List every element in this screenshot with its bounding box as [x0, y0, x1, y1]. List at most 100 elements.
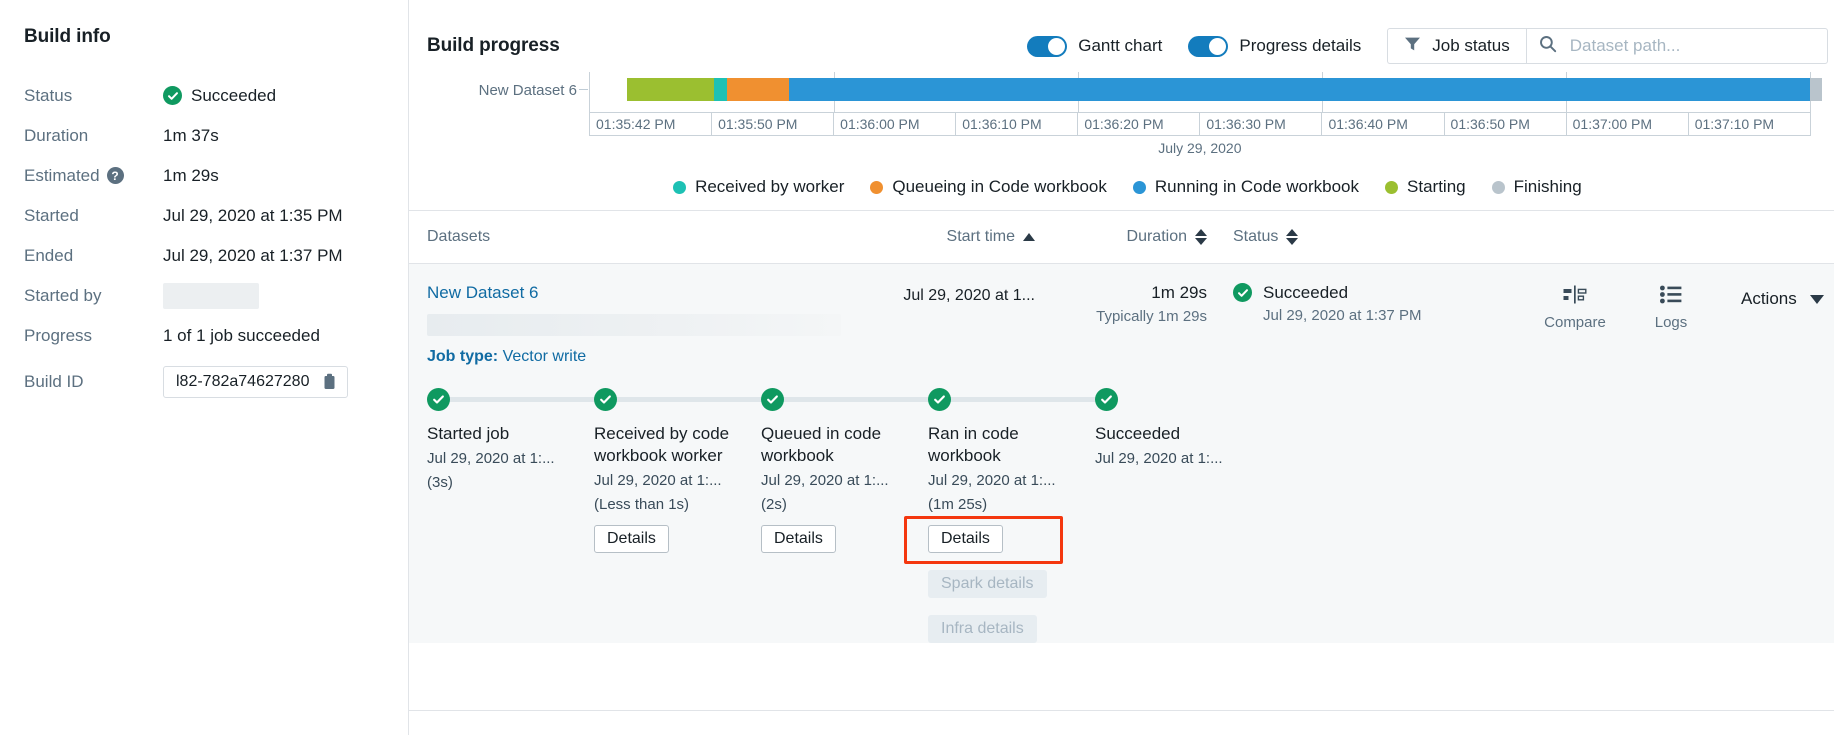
- column-header-status-label: Status: [1233, 228, 1279, 245]
- gantt-tick-label: 01:35:42 PM: [590, 113, 713, 135]
- stage-duration: (Less than 1s): [594, 495, 690, 513]
- stage-duration: (3s): [427, 474, 453, 492]
- dataset-link[interactable]: New Dataset 6: [427, 283, 847, 303]
- logs-label: Logs: [1654, 314, 1688, 331]
- cell-duration: 1m 29s Typically 1m 29s: [1035, 283, 1207, 325]
- stage-buttons: Details: [594, 515, 761, 554]
- info-label-status: Status: [24, 85, 73, 105]
- info-row-progress: Progress 1 of 1 job succeeded: [24, 316, 408, 355]
- build-progress-panel: Build progress Gantt chart Progress deta…: [409, 0, 1834, 735]
- stage-title: Received by code workbook worker: [594, 424, 730, 465]
- infra-details-button: Infra details: [928, 615, 1037, 644]
- sort-ascending-icon: [1023, 233, 1035, 241]
- duration-typical: Typically 1m 29s: [1096, 308, 1207, 325]
- legend-item[interactable]: Starting: [1385, 177, 1466, 197]
- gantt-bar-segment[interactable]: [627, 78, 715, 101]
- gantt-tick-label: 01:36:00 PM: [834, 113, 957, 135]
- column-header-status[interactable]: Status: [1207, 228, 1327, 246]
- job-stage: Queued in code workbook Jul 29, 2020 at 1…: [761, 388, 928, 643]
- gantt-bars-area: [589, 72, 1823, 112]
- info-row-started: Started Jul 29, 2020 at 1:35 PM: [24, 196, 408, 235]
- legend-item[interactable]: Received by worker: [673, 177, 844, 197]
- clipboard-copy-icon[interactable]: [322, 373, 337, 390]
- stage-duration: (2s): [761, 495, 787, 513]
- gantt-plot-area: 01:35:42 PM 01:35:50 PM 01:36:00 PM 01:36:1…: [589, 72, 1823, 164]
- details-button[interactable]: Details: [594, 525, 669, 554]
- info-row-ended: Ended Jul 29, 2020 at 1:37 PM: [24, 236, 408, 275]
- header-controls: Gantt chart Progress details Job status: [1027, 28, 1828, 64]
- stage-title: Succeeded: [1095, 424, 1181, 443]
- job-type-line: Job type: Vector write: [409, 336, 1834, 366]
- datasets-table: Datasets Start time Duration Status New …: [409, 210, 1834, 711]
- legend-item[interactable]: Queueing in Code workbook: [870, 177, 1107, 197]
- build-info-list: Status Succeeded Duration 1m 37s Estimat…: [24, 76, 408, 401]
- stage-duration: (1m 25s): [928, 495, 988, 513]
- gantt-time-axis: 01:35:42 PM 01:35:50 PM 01:36:00 PM 01:36:1…: [589, 112, 1811, 136]
- help-icon[interactable]: ?: [106, 167, 124, 184]
- row-success-check-icon: [1233, 283, 1252, 302]
- job-status-filter-label: Job status: [1432, 36, 1510, 55]
- info-value-started-by: [163, 282, 259, 309]
- cell-start-time: Jul 29, 2020 at 1...: [903, 287, 1035, 304]
- cell-dataset: New Dataset 6: [427, 283, 847, 336]
- stage-connector-line: [449, 397, 594, 402]
- gantt-bar-segment[interactable]: [789, 78, 1810, 101]
- stage-title: Queued in code workbook: [761, 424, 882, 465]
- legend-label: Finishing: [1513, 177, 1582, 196]
- dataset-path-search[interactable]: [1525, 28, 1828, 64]
- gantt-chart-toggle-label: Gantt chart: [1078, 36, 1163, 55]
- info-label-started-by: Started by: [24, 285, 102, 305]
- job-type-value[interactable]: Vector write: [503, 348, 587, 365]
- legend-item[interactable]: Running in Code workbook: [1132, 177, 1360, 197]
- legend-label: Running in Code workbook: [1154, 177, 1360, 196]
- filter-search-group: Job status: [1387, 28, 1828, 64]
- stage-success-check-icon: [928, 388, 951, 411]
- job-status-filter-button[interactable]: Job status: [1387, 28, 1526, 64]
- column-header-duration[interactable]: Duration: [1035, 228, 1207, 246]
- info-label-started: Started: [24, 205, 79, 225]
- details-button[interactable]: Details: [761, 525, 836, 554]
- details-button[interactable]: Details: [928, 525, 1003, 554]
- gantt-tick-label: 01:36:50 PM: [1445, 113, 1567, 135]
- gantt-tick-label: 01:35:50 PM: [712, 113, 835, 135]
- spark-details-button: Spark details: [928, 570, 1047, 599]
- gantt-bar-segment[interactable]: [714, 78, 727, 101]
- filter-icon: [1404, 36, 1421, 57]
- progress-details-toggle[interactable]: [1188, 35, 1229, 57]
- column-header-start-time[interactable]: Start time: [847, 228, 1035, 246]
- legend-item[interactable]: Finishing: [1491, 177, 1582, 197]
- build-progress-title: Build progress: [427, 35, 560, 56]
- stage-timestamp: Jul 29, 2020 at 1:...: [594, 471, 722, 489]
- info-value-build-id: l82-782a74627280: [163, 365, 348, 398]
- stage-connector-line: [616, 397, 761, 402]
- stage-timestamp: Jul 29, 2020 at 1:...: [761, 471, 889, 489]
- gantt-bar-new-dataset-6[interactable]: [627, 78, 1823, 101]
- info-row-started-by: Started by: [24, 276, 408, 315]
- actions-dropdown[interactable]: Actions: [1719, 283, 1828, 309]
- gantt-row-label: New Dataset 6: [478, 82, 577, 99]
- legend-label: Received by worker: [695, 177, 845, 196]
- table-row: New Dataset 6 Jul 29, 2020 at 1... 1m 29…: [409, 264, 1834, 336]
- stage-timestamp: Jul 29, 2020 at 1:...: [1095, 449, 1223, 467]
- info-value-estimated: 1m 29s: [163, 165, 219, 185]
- info-value-progress: 1 of 1 job succeeded: [163, 325, 320, 345]
- gantt-chart-toggle[interactable]: [1027, 35, 1068, 57]
- compare-button[interactable]: Compare: [1527, 283, 1623, 331]
- stage-title: Ran in code workbook: [928, 424, 1019, 465]
- stage-title: Started job: [427, 424, 510, 443]
- logs-button[interactable]: Logs: [1623, 283, 1719, 331]
- build-info-title: Build info: [24, 26, 111, 47]
- info-row-duration: Duration 1m 37s: [24, 116, 408, 155]
- row-status-text: Succeeded: [1263, 283, 1349, 302]
- column-header-datasets[interactable]: Datasets: [427, 228, 847, 246]
- search-input[interactable]: [1567, 35, 1815, 57]
- build-id-field[interactable]: l82-782a74627280: [163, 365, 348, 398]
- info-row-build-id: Build ID l82-782a74627280: [24, 362, 408, 401]
- gantt-bar-segment[interactable]: [726, 78, 790, 101]
- redacted-user-placeholder: [163, 282, 259, 309]
- gantt-bar-segment[interactable]: [1809, 78, 1823, 101]
- job-stages-timeline: Started job Jul 29, 2020 at 1:... (3s) Rece…: [409, 366, 1834, 644]
- info-value-status: Succeeded: [163, 86, 276, 106]
- build-progress-header: Build progress Gantt chart Progress deta…: [409, 0, 1834, 66]
- info-label-estimated: Estimated ?: [24, 166, 163, 186]
